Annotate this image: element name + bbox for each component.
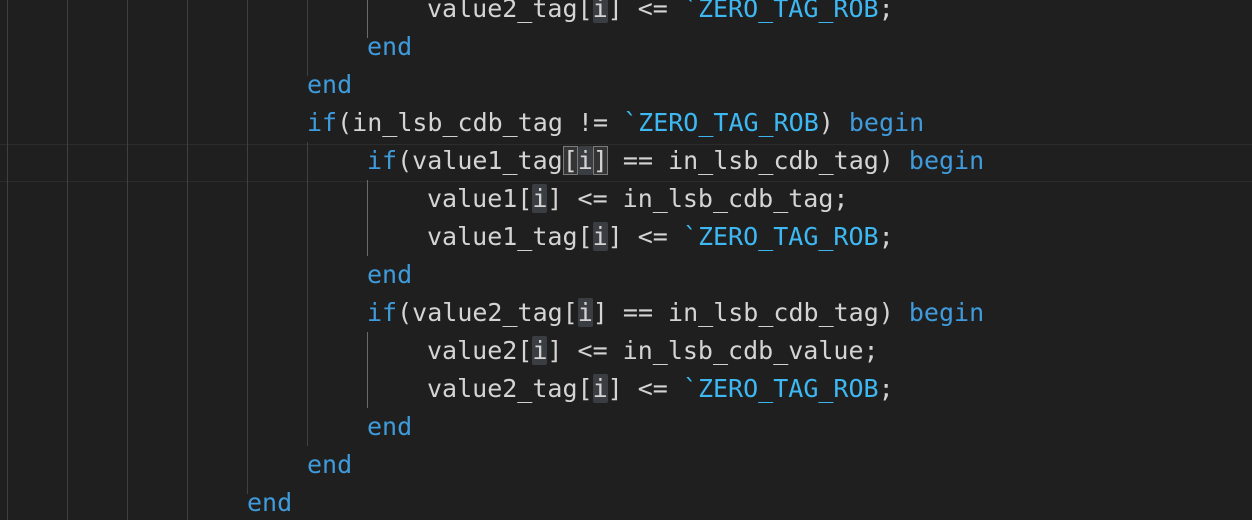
code-token: ] == in_lsb_cdb_tag) — [592, 298, 909, 327]
code-token: (value2_tag[ — [397, 298, 578, 327]
highlighted-token: i — [592, 222, 608, 251]
indent-guide — [247, 0, 248, 494]
keyword-token: if — [367, 298, 398, 327]
code-line[interactable]: if(in_lsb_cdb_tag != `ZERO_TAG_ROB) begi… — [307, 104, 924, 142]
code-token: ] — [592, 146, 608, 175]
code-line[interactable]: if(value1_tag[i] == in_lsb_cdb_tag) begi… — [367, 142, 984, 180]
indent-guide — [307, 0, 308, 76]
highlighted-token: i — [592, 374, 608, 403]
highlighted-token: i — [592, 0, 608, 23]
code-token: == in_lsb_cdb_tag) — [607, 146, 909, 175]
indent-guide — [367, 332, 368, 408]
keyword-token: end — [307, 450, 353, 479]
code-line[interactable]: if(value2_tag[i] == in_lsb_cdb_tag) begi… — [367, 294, 984, 332]
code-token: [ — [562, 146, 578, 175]
highlighted-token: i — [577, 298, 593, 327]
highlighted-token: i — [577, 146, 593, 175]
code-token: ; — [878, 0, 894, 23]
code-editor[interactable]: value2_tag[i] <= `ZERO_TAG_ROB; end end if(… — [0, 0, 1252, 520]
code-token: value1_tag[ — [427, 222, 593, 251]
code-token: ) — [818, 108, 849, 137]
keyword-token: end — [367, 32, 413, 61]
macro-token: `ZERO_TAG_ROB — [682, 0, 879, 23]
keyword-token: end — [247, 488, 293, 517]
code-token: ] <= in_lsb_cdb_value; — [547, 336, 879, 365]
indent-guide — [127, 0, 128, 520]
macro-token: `ZERO_TAG_ROB — [682, 374, 879, 403]
code-line[interactable]: value1_tag[i] <= `ZERO_TAG_ROB; — [427, 218, 894, 256]
code-line[interactable]: value2_tag[i] <= `ZERO_TAG_ROB; — [427, 370, 894, 408]
code-line[interactable]: value1[i] <= in_lsb_cdb_tag; — [427, 180, 848, 218]
code-token: ] <= in_lsb_cdb_tag; — [547, 184, 849, 213]
code-token: ; — [878, 222, 894, 251]
keyword-token: begin — [908, 298, 985, 327]
code-token: (in_lsb_cdb_tag != — [337, 108, 624, 137]
code-line[interactable]: end — [247, 484, 292, 520]
highlighted-token: i — [532, 184, 548, 213]
indent-guide — [67, 0, 68, 520]
code-line[interactable]: end — [367, 408, 412, 446]
macro-token: `ZERO_TAG_ROB — [682, 222, 879, 251]
code-token: value2_tag[ — [427, 374, 593, 403]
code-token: value2_tag[ — [427, 0, 593, 23]
keyword-token: if — [367, 146, 398, 175]
keyword-token: end — [367, 260, 413, 289]
code-line[interactable]: end — [367, 28, 412, 66]
keyword-token: if — [307, 108, 338, 137]
keyword-token: end — [307, 70, 353, 99]
code-token: ] <= — [607, 0, 683, 23]
code-token: ] <= — [607, 222, 683, 251]
indent-guide — [367, 180, 368, 256]
code-token: ; — [878, 374, 894, 403]
indent-guide — [307, 142, 308, 446]
code-line[interactable]: value2_tag[i] <= `ZERO_TAG_ROB; — [427, 0, 894, 28]
keyword-token: end — [367, 412, 413, 441]
indent-guide — [187, 0, 188, 520]
code-token: value2[ — [427, 336, 533, 365]
macro-token: `ZERO_TAG_ROB — [623, 108, 819, 137]
keyword-token: begin — [908, 146, 985, 175]
code-token: (value1_tag — [397, 146, 563, 175]
code-line[interactable]: end — [307, 446, 352, 484]
indent-guide — [7, 0, 8, 520]
code-token: value1[ — [427, 184, 533, 213]
highlighted-token: i — [532, 336, 548, 365]
code-line[interactable]: value2[i] <= in_lsb_cdb_value; — [427, 332, 879, 370]
keyword-token: begin — [848, 108, 925, 137]
code-line[interactable]: end — [367, 256, 412, 294]
code-token: ] <= — [607, 374, 683, 403]
code-line[interactable]: end — [307, 66, 352, 104]
